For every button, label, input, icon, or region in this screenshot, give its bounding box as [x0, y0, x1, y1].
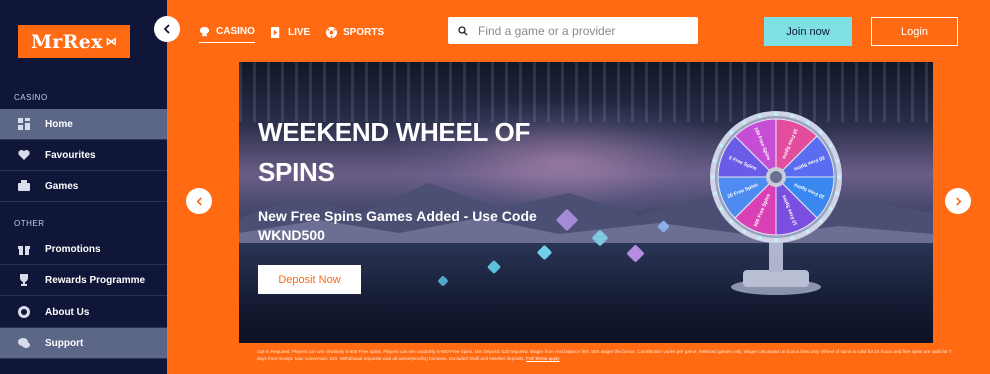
wheel-light [828, 143, 833, 148]
wheel-light [757, 236, 762, 240]
tab-casino[interactable]: CASINO [199, 24, 255, 43]
chevron-left-icon [196, 196, 202, 206]
wheel-light [713, 158, 717, 163]
chat-icon [18, 337, 30, 349]
sidebar-item-label: About Us [45, 306, 90, 318]
sidebar-item-label: Games [45, 180, 79, 192]
sidebar-item-label: Support [45, 337, 84, 349]
chevron-right-icon [955, 196, 961, 206]
wheel-light [837, 175, 841, 179]
join-now-button[interactable]: Join now [764, 17, 852, 46]
sidebar-item-label: Favourites [45, 149, 96, 161]
sidebar-item-favourites[interactable]: Favourites [0, 140, 167, 171]
tab-live-label: LIVE [288, 26, 311, 38]
section-label-other: OTHER [14, 219, 45, 228]
gift-icon [18, 243, 30, 255]
chevron-left-icon [163, 24, 170, 34]
wheel-light [835, 191, 839, 196]
sidebar-item-support[interactable]: Support [0, 328, 167, 359]
logo[interactable]: MrRex ⋈ [18, 25, 130, 58]
terms-text: Opt-in Required. Players can win randoml… [257, 349, 962, 362]
carousel-prev-button[interactable] [186, 188, 212, 214]
sidebar: MrRex ⋈ CASINO Home Favourites Games OTH… [0, 0, 167, 374]
promo-banner[interactable]: WEEKEND WHEEL OF SPINS New Free Spins Ga… [239, 62, 933, 343]
prize-wheel: 10 Free Spins 50 Free Spins 20 Free Spins 1… [710, 102, 842, 302]
tab-casino-label: CASINO [216, 26, 255, 37]
casino-icon [199, 26, 210, 37]
tab-sports-label: SPORTS [343, 26, 385, 38]
logo-text: MrRex [30, 30, 103, 53]
tab-live[interactable]: LIVE [271, 24, 310, 40]
banner-subtitle: New Free Spins Games Added - Use Code WK… [258, 208, 537, 243]
wheel-light [774, 112, 778, 116]
tab-sports[interactable]: SPORTS [326, 24, 384, 40]
sidebar-item-label: Home [45, 118, 73, 130]
wheel-light [805, 229, 810, 234]
dashboard-icon [18, 118, 30, 130]
wheel-light [719, 206, 724, 211]
wheel-light [790, 114, 795, 118]
terms-body: Opt-in Required. Players can win randoml… [257, 349, 952, 361]
wheel-light [742, 229, 747, 234]
wheel-light [711, 175, 715, 179]
section-label-casino: CASINO [14, 93, 48, 102]
sidebar-item-label: Rewards Programme [45, 274, 146, 286]
wheel-light [805, 120, 810, 125]
wheel-light [835, 158, 839, 163]
sidebar-item-about-us[interactable]: About Us [0, 297, 167, 328]
heart-icon [18, 149, 30, 161]
wheel-light [742, 120, 747, 125]
wheel-light [774, 238, 778, 242]
wheel-light [818, 219, 823, 224]
sidebar-item-home[interactable]: Home [0, 109, 167, 140]
collapse-sidebar-button[interactable] [154, 16, 180, 42]
live-icon [271, 26, 280, 38]
wheel-light [818, 130, 823, 135]
bowtie-icon: ⋈ [105, 35, 118, 48]
wheel-light [729, 130, 734, 135]
banner-title: WEEKEND WHEEL OF SPINS [258, 117, 531, 187]
wheel-light [719, 143, 724, 148]
wheel-light [790, 236, 795, 240]
wheel-light [757, 114, 762, 118]
wheel-light [828, 206, 833, 211]
trophy-icon [18, 274, 30, 286]
wheel-light [713, 191, 717, 196]
wheel-light [729, 219, 734, 224]
sidebar-item-label: Promotions [45, 243, 101, 255]
search-box[interactable] [448, 17, 698, 44]
search-icon [458, 25, 468, 35]
info-icon [18, 306, 30, 318]
sidebar-item-games[interactable]: Games [0, 171, 167, 202]
football-icon [326, 26, 337, 38]
search-input[interactable] [478, 23, 678, 38]
full-terms-link[interactable]: Full Terms apply [526, 356, 559, 361]
sidebar-item-rewards[interactable]: Rewards Programme [0, 265, 167, 296]
games-icon [18, 180, 30, 192]
deposit-now-button[interactable]: Deposit Now [258, 265, 361, 294]
sidebar-item-promotions[interactable]: Promotions [0, 234, 167, 265]
login-button[interactable]: Login [871, 17, 958, 46]
carousel-next-button[interactable] [945, 188, 971, 214]
